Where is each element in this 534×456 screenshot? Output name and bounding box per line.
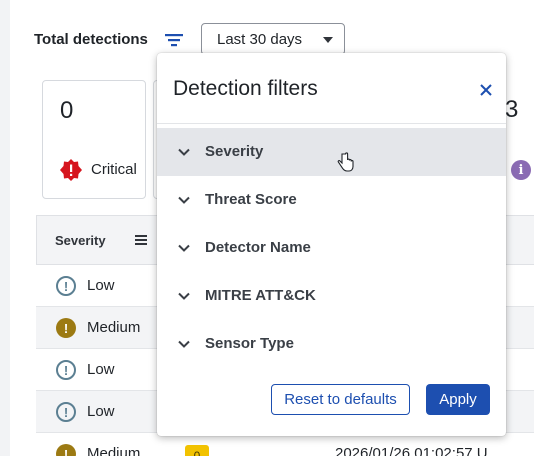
reset-to-defaults-button[interactable]: Reset to defaults	[271, 384, 410, 415]
filter-section-detector-name[interactable]: Detector Name	[157, 224, 506, 272]
severity-value: Medium	[87, 445, 141, 456]
summary-card-critical[interactable]: 0 Critical	[42, 80, 146, 199]
filter-section-sensor-type[interactable]: Sensor Type	[157, 320, 506, 368]
filter-icon[interactable]	[163, 30, 185, 50]
column-menu-icon[interactable]	[135, 235, 147, 245]
hand-cursor-icon	[337, 152, 355, 174]
threat-score-badge: 0	[185, 445, 209, 456]
medium-severity-icon: !	[56, 444, 76, 456]
divider	[157, 123, 506, 124]
table-row[interactable]: ! Medium 0 2026/01/26 01:02:57 U C	[36, 433, 534, 456]
chevron-down-icon	[177, 145, 191, 159]
dialog-title: Detection filters	[173, 77, 318, 100]
filter-section-label: MITRE ATT&CK	[205, 287, 316, 304]
chevron-down-icon	[177, 241, 191, 255]
filter-section-label: Sensor Type	[205, 335, 294, 352]
filter-section-label: Threat Score	[205, 191, 297, 208]
card-count: 3	[505, 96, 519, 123]
detection-filters-dialog: Detection filters Severity Threat Score …	[157, 53, 506, 436]
severity-value: Low	[87, 277, 115, 294]
filter-section-label: Detector Name	[205, 239, 311, 256]
chevron-down-icon	[177, 337, 191, 351]
detection-date: 2026/01/26 01:02:57 U	[335, 445, 488, 456]
low-severity-icon: !	[56, 276, 76, 296]
medium-severity-icon: !	[56, 318, 76, 338]
filter-section-threat-score[interactable]: Threat Score	[157, 176, 506, 224]
close-icon[interactable]	[478, 82, 494, 98]
page-title: Total detections	[34, 30, 148, 48]
card-label: Critical	[91, 161, 137, 178]
chevron-down-icon	[177, 289, 191, 303]
time-range-select[interactable]: Last 30 days	[201, 23, 345, 55]
column-header-severity[interactable]: Severity	[55, 233, 106, 248]
low-severity-icon: !	[56, 360, 76, 380]
filter-section-label: Severity	[205, 143, 264, 160]
chevron-down-icon	[177, 193, 191, 207]
severity-value: Low	[87, 403, 115, 420]
low-severity-icon: !	[56, 402, 76, 422]
info-icon: i	[511, 160, 531, 180]
critical-alert-icon	[60, 159, 82, 181]
filter-section-severity[interactable]: Severity	[157, 128, 506, 176]
filter-section-mitre-attack[interactable]: MITRE ATT&CK	[157, 272, 506, 320]
severity-value: Low	[87, 361, 115, 378]
card-count: 0	[60, 97, 74, 124]
apply-button[interactable]: Apply	[426, 384, 490, 415]
severity-value: Medium	[87, 319, 141, 336]
time-range-value: Last 30 days	[217, 30, 303, 48]
chevron-down-icon	[323, 37, 333, 43]
header: Total detections	[34, 20, 183, 58]
